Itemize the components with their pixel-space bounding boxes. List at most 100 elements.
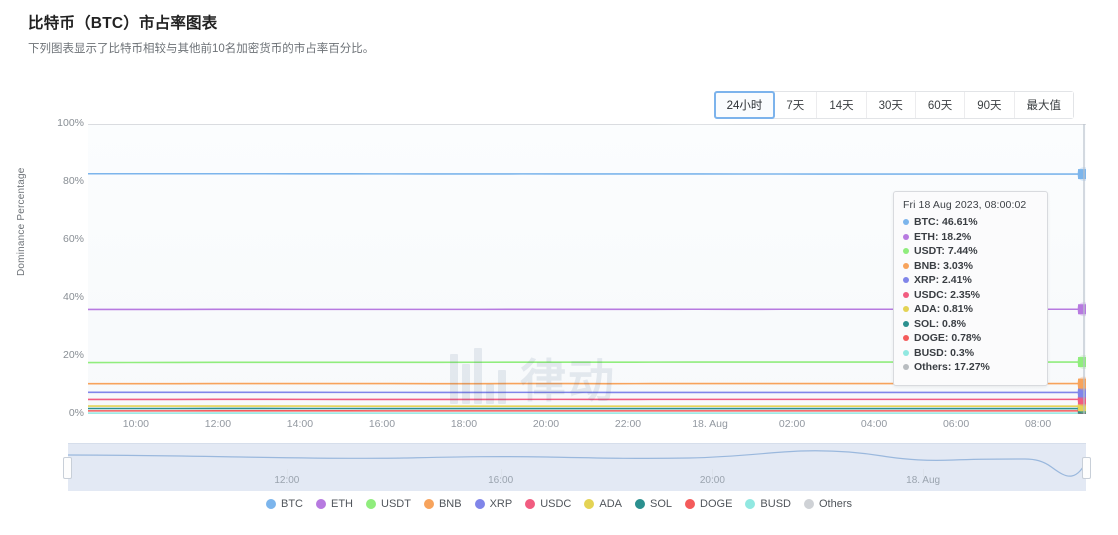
tooltip-text: DOGE: 0.78% [914,332,982,344]
legend-label: XRP [489,498,513,510]
tooltip-row-bnb: BNB: 3.03% [903,260,1038,272]
x-tick-label: 16:00 [368,418,396,430]
tooltip-dot-sol [903,320,909,327]
legend-dot-btc [266,499,276,509]
tooltip-row-sol: SOL: 0.8% [903,318,1038,330]
x-tick-label: 18. Aug [692,418,728,430]
legend-label: SOL [650,498,673,510]
navigator-tick-label: 12:00 [274,475,300,486]
legend-label: ETH [331,498,353,510]
legend-label: USDT [381,498,411,510]
tooltip-row-usdt: USDT: 7.44% [903,245,1038,257]
y-tick-label: 20% [62,349,84,361]
legend-label: ADA [599,498,622,510]
legend-item-usdc[interactable]: USDC [525,498,571,510]
navigator-tick-label: 20:00 [699,475,725,486]
tooltip-text: SOL: 0.8% [914,317,966,330]
y-axis-ticks: 0% 20% 40% 60% 80% 100% [34,117,84,419]
page-title: 比特币（BTC）市占率图表 [28,15,218,32]
x-tick-label: 18:00 [450,418,478,430]
x-tick-label: 04:00 [860,418,888,430]
tooltip-text: BUSD: 0.3% [914,346,975,359]
tooltip-rows: BTC: 46.61% ETH: 18.2% USDT: 7.44% BNB: 3.0… [903,216,1038,373]
chart-legend[interactable]: BTC ETH USDT BNB XRP USDC ADA SOL DOGE BUSD Others [0,498,1118,510]
tooltip-text: USDT: 7.44% [914,245,978,257]
legend-dot-ada [584,499,595,509]
series-marker-btc[interactable] [1078,169,1086,180]
time-range-button-group[interactable]: 24小时 7天 14天 30天 60天 90天 最大值 [713,91,1074,119]
legend-dot-bnb [423,499,434,509]
tooltip-row-btc: BTC: 46.61% [903,216,1038,228]
header: 比特币（BTC）市占率图表 下列图表显示了比特币相较与其他前10名加密货币的市占… [28,14,374,57]
y-axis-label: Dominance Percentage [16,167,27,276]
tooltip-row-usdc: USDC: 2.35% [903,289,1038,301]
tooltip-dot-xrp [903,277,909,283]
legend-item-doge[interactable]: DOGE [685,498,732,510]
legend-label: BTC [281,498,303,510]
tooltip-text: USDC: 2.35% [914,288,980,301]
x-tick-label: 10:00 [122,418,150,430]
x-tick-label: 02:00 [778,418,806,430]
tooltip-row-busd: BUSD: 0.3% [903,347,1038,359]
tooltip-text: ETH: 18.2% [914,230,972,243]
range-button-6[interactable]: 最大值 [1014,92,1073,118]
legend-item-others[interactable]: Others [803,498,852,510]
tooltip-text: XRP: 2.41% [914,274,972,286]
legend-dot-usdt [366,499,376,509]
tooltip-text: BNB: 3.03% [914,259,973,272]
legend-item-bnb[interactable]: BNB [423,498,462,510]
legend-label: BNB [438,498,462,510]
legend-item-xrp[interactable]: XRP [474,498,513,510]
legend-dot-others [803,499,814,509]
tooltip-dot-others [903,364,909,370]
legend-dot-xrp [474,499,485,509]
tooltip-dot-ada [903,306,909,312]
navigator-tick-labels: 12:0016:0020:0018. Aug04:00 [68,475,1086,489]
range-button-1[interactable]: 7天 [774,92,818,118]
tooltip-row-eth: ETH: 18.2% [903,231,1038,243]
x-axis-ticks: 10:00 12:00 14:00 16:00 18:00 20:00 22:00 18. A… [88,418,1086,434]
y-tick-label: 40% [62,291,84,303]
tooltip-dot-btc [903,219,909,225]
tooltip-text: BTC: 46.61% [914,216,978,228]
series-marker-bnb[interactable] [1078,378,1086,389]
navigator-tick-label: 18. Aug [906,475,941,486]
legend-item-btc[interactable]: BTC [266,498,303,510]
tooltip-text: ADA: 0.81% [914,303,973,315]
legend-dot-doge [685,499,696,509]
x-tick-label: 06:00 [942,418,970,430]
legend-label: USDC [540,498,572,510]
tooltip-dot-usdc [903,291,909,298]
x-tick-label: 08:00 [1024,418,1052,430]
x-tick-label: 20:00 [532,418,560,430]
range-button-3[interactable]: 30天 [866,92,916,118]
legend-item-eth[interactable]: ETH [316,498,353,510]
series-marker-usdt[interactable] [1078,357,1086,368]
y-tick-label: 0% [68,407,84,419]
legend-label: DOGE [700,498,733,510]
range-button-2[interactable]: 14天 [817,92,867,118]
tooltip-dot-usdt [903,248,909,254]
tooltip-row-doge: DOGE: 0.78% [903,332,1038,344]
legend-dot-eth [316,499,326,509]
range-button-5[interactable]: 90天 [965,92,1015,118]
legend-item-busd[interactable]: BUSD [745,498,791,510]
series-marker-eth[interactable] [1078,304,1086,315]
range-button-4[interactable]: 60天 [915,92,966,118]
legend-dot-usdc [525,499,536,509]
page-subtitle: 下列图表显示了比特币相较与其他前10名加密货币的市占率百分比。 [28,43,375,56]
tooltip-dot-busd [903,349,909,356]
range-button-0[interactable]: 24小时 [713,91,776,119]
legend-dot-busd [745,499,756,509]
tooltip-dot-eth [903,233,909,240]
legend-label: BUSD [760,498,791,510]
legend-item-ada[interactable]: ADA [584,498,622,510]
chart-navigator[interactable]: 12:0016:0020:0018. Aug04:00 [63,443,1091,491]
x-tick-label: 14:00 [286,418,314,430]
tooltip-row-xrp: XRP: 2.41% [903,274,1038,286]
legend-dot-sol [635,499,645,509]
dominance-chart-page: 比特币（BTC）市占率图表 下列图表显示了比特币相较与其他前10名加密货币的市占… [0,0,1118,535]
legend-item-sol[interactable]: SOL [635,498,672,510]
tooltip-date: Fri 18 Aug 2023, 08:00:02 [903,199,1027,211]
legend-item-usdt[interactable]: USDT [366,498,411,510]
